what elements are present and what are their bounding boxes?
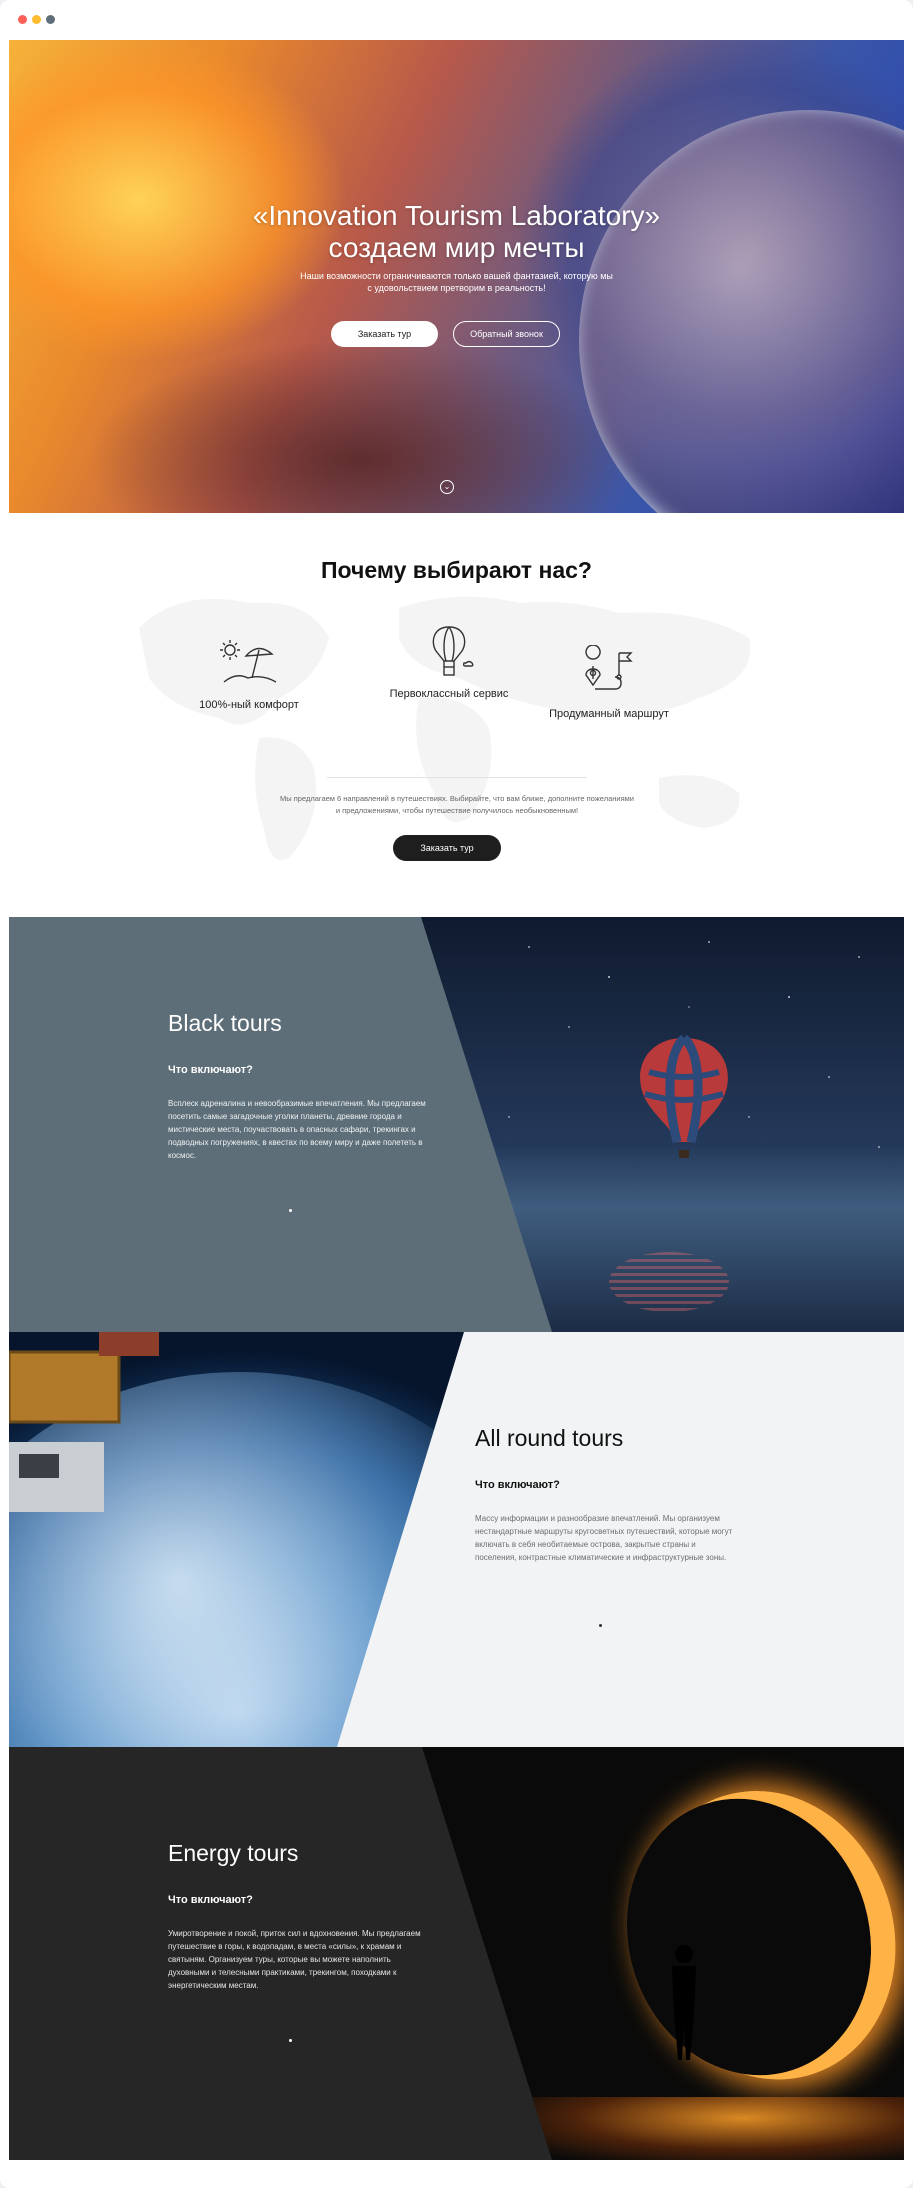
order-tour-button[interactable]: Заказать тур (331, 321, 438, 347)
feature-comfort-label: 100%-ный комфорт (199, 699, 299, 711)
slider-dot[interactable] (289, 1209, 292, 1212)
energy-tours-description: Умиротворение и покой, приток сил и вдох… (168, 1929, 421, 1990)
feature-service-label: Первоклассный сервис (389, 688, 509, 700)
divider (327, 777, 587, 778)
hero-title-line1: «Innovation Tourism Laboratory» (252, 200, 661, 231)
chevron-down-icon[interactable]: ⌄ (440, 480, 454, 494)
all-round-tours-description: Массу информации и разнообразие впечатле… (475, 1514, 733, 1562)
hero-title-line2: создаем мир мечты (328, 232, 585, 263)
water-reflection (609, 1252, 729, 1312)
order-tour-button-secondary[interactable]: Заказать тур (393, 835, 501, 861)
all-round-tours-section: All round tours Что включают? Массу инфо… (9, 1332, 904, 1747)
planet-image (579, 110, 904, 513)
silhouette-person-image (672, 1945, 696, 2060)
feature-comfort: 100%-ный комфорт (179, 638, 319, 712)
black-tours-section: Black tours Что включают? Всплеск адрена… (9, 917, 904, 1332)
all-round-tours-subtitle: Что включают? (475, 1479, 560, 1491)
slider-dot[interactable] (599, 1624, 602, 1627)
beach-umbrella-icon (220, 640, 277, 683)
close-window-dot[interactable] (18, 15, 27, 24)
black-tours-description: Всплеск адреналина и невообразимые впеча… (168, 1099, 426, 1160)
feature-service: Первоклассный сервис (379, 623, 519, 701)
energy-tours-subtitle: Что включают? (168, 1894, 253, 1906)
solar-eclipse-image (592, 1767, 904, 2107)
browser-window: «Innovation Tourism Laboratory» создаем … (0, 0, 913, 2188)
slider-dot[interactable] (289, 2039, 292, 2042)
hot-air-balloon-image (640, 1034, 728, 1158)
black-tours-subtitle: Что включают? (168, 1064, 253, 1076)
window-titlebar (0, 0, 913, 38)
why-us-title: Почему выбирают нас? (321, 557, 592, 583)
energy-tours-section: Energy tours Что включают? Умиротворение… (9, 1747, 904, 2160)
hero-subtitle: Наши возможности ограничиваются только в… (300, 271, 613, 293)
all-round-tours-title: All round tours (475, 1425, 624, 1451)
world-map-background (139, 596, 751, 860)
black-tours-title: Black tours (168, 1010, 282, 1036)
minimize-window-dot[interactable] (32, 15, 41, 24)
route-map-icon (585, 645, 633, 690)
callback-button[interactable]: Обратный звонок (453, 321, 560, 347)
maximize-window-dot[interactable] (46, 15, 55, 24)
hero-section: «Innovation Tourism Laboratory» создаем … (9, 40, 904, 513)
why-us-description: Мы предлагаем 6 направлений в путешестви… (279, 794, 634, 815)
hero-title: «Innovation Tourism Laboratory» создаем … (9, 200, 904, 264)
space-station-image (9, 1332, 159, 1512)
feature-route-label: Продуманный маршрут (549, 708, 669, 720)
hot-air-balloon-icon (432, 626, 474, 676)
why-us-section: Почему выбирают нас? 100%-ный комфорт Пе… (9, 513, 904, 917)
feature-route: Продуманный маршрут (539, 645, 679, 721)
energy-tours-title: Energy tours (168, 1840, 299, 1866)
